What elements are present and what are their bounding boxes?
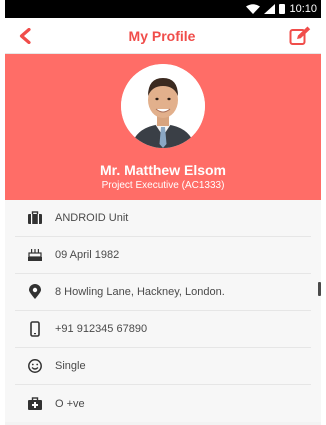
avatar [121,64,205,148]
edit-icon [289,26,311,45]
profile-role: Project Executive (AC1333) [101,180,225,191]
edit-profile-button[interactable] [287,24,313,48]
list-item: O +ve [15,385,311,422]
page-title: My Profile [128,27,196,44]
wifi-icon [246,4,261,14]
battery-icon [279,4,286,14]
list-item: Single [15,348,311,385]
profile-header: Mr. Matthew Elsom Project Executive (AC1… [5,54,321,200]
status-bar: 10:10 [5,0,321,18]
list-item: 8 Howling Lane, Hackney, London. [15,274,311,311]
smiley-icon [15,358,55,374]
back-button[interactable] [13,24,37,48]
status-time: 10:10 [289,3,317,15]
marital-status-value: Single [55,360,86,372]
cake-icon [15,247,55,263]
signal-icon [264,4,276,14]
list-item: 09 April 1982 [15,237,311,274]
unit-value: ANDROID Unit [55,212,129,224]
app-screen: 10:10 My Profile Mr. Matthew Elsom Proje… [5,0,321,425]
chevron-left-icon [19,27,31,44]
profile-name: Mr. Matthew Elsom [99,162,227,178]
medical-kit-icon [15,396,55,412]
list-item: ANDROID Unit [15,200,311,237]
list-item[interactable]: +91 912345 67890 [15,311,311,348]
location-pin-icon [15,284,55,300]
address-value: 8 Howling Lane, Hackney, London. [55,286,225,298]
briefcase-icon [15,210,55,226]
blood-group-value: O +ve [55,397,85,410]
birthdate-value: 09 April 1982 [55,249,120,261]
app-bar: My Profile [5,18,321,54]
scrollbar[interactable] [318,282,321,296]
profile-details-list: ANDROID Unit 09 April 1982 8 Howling Lan… [5,200,321,422]
mobile-phone-icon [15,321,55,337]
phone-value: +91 912345 67890 [55,323,148,335]
